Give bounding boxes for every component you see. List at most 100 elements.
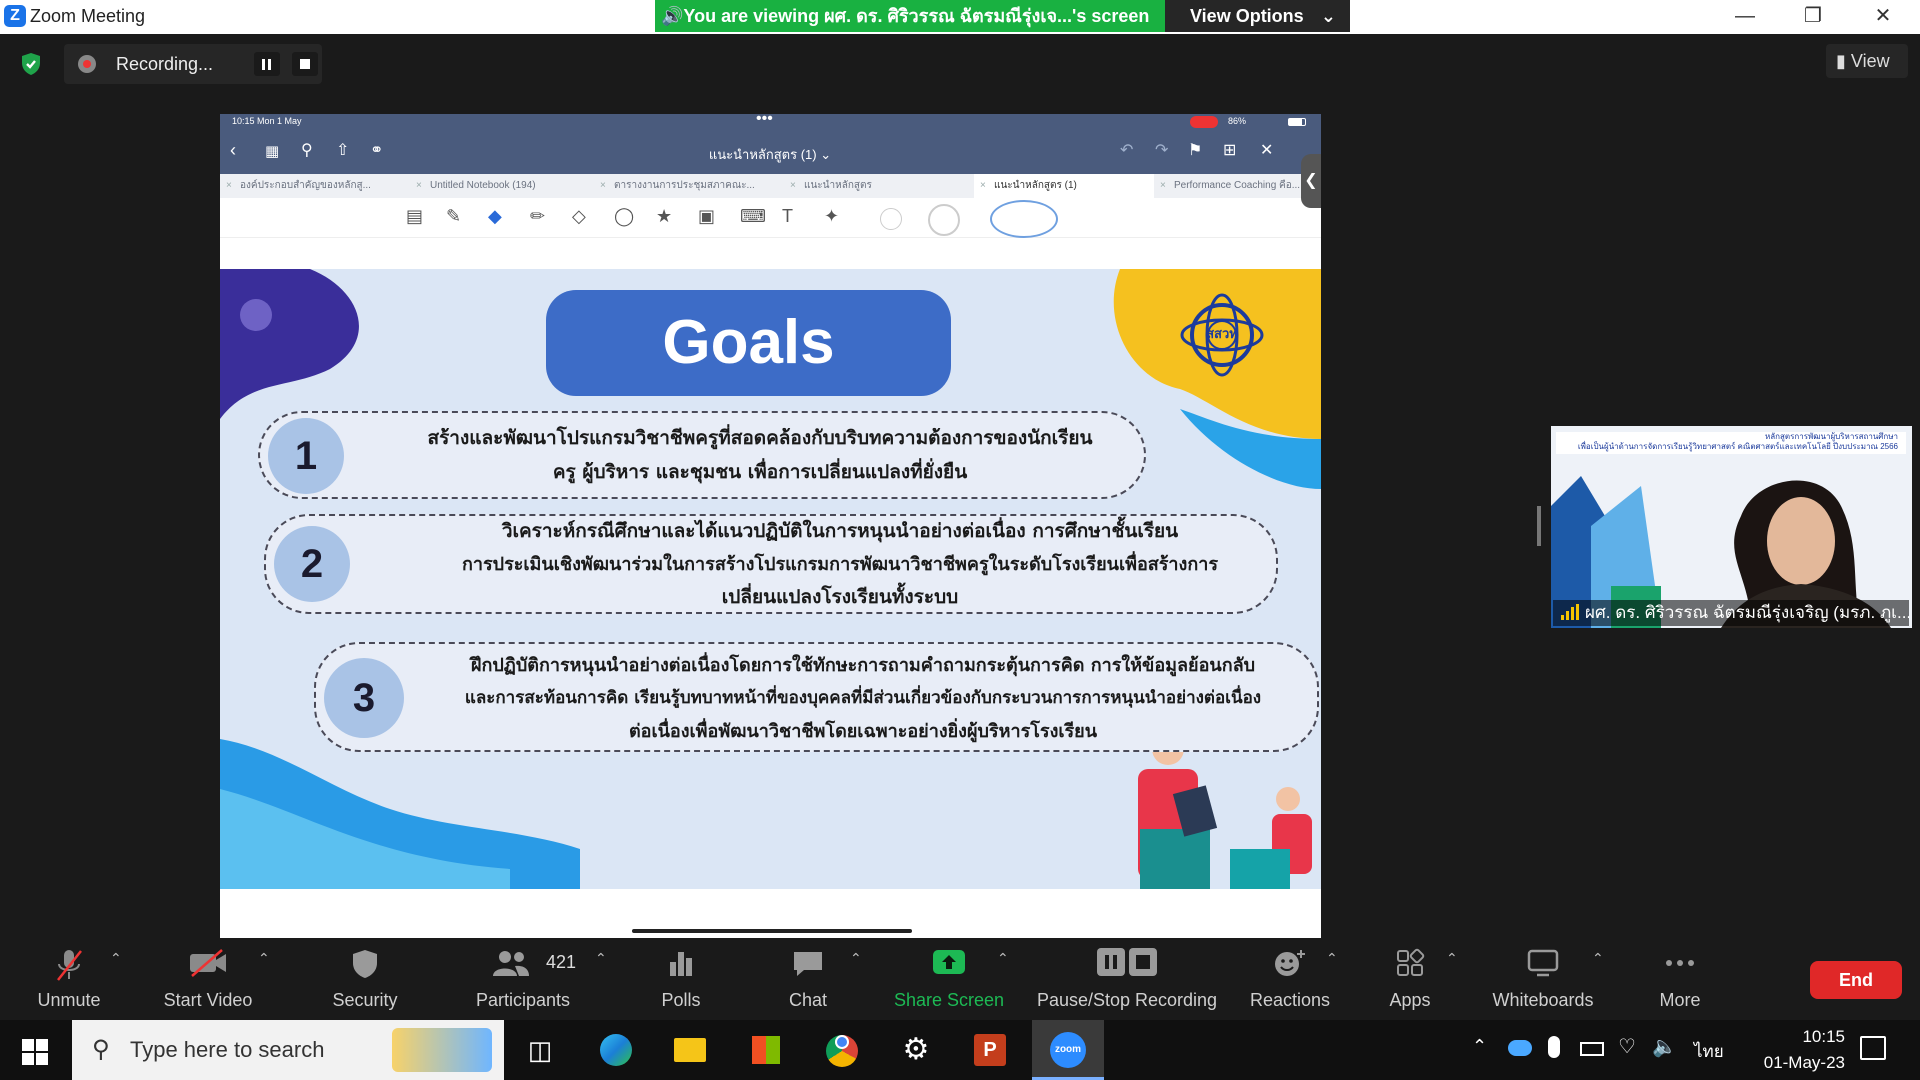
taskbar-search-input[interactable]: ⚲ Type here to search (72, 1020, 504, 1080)
more-button[interactable]: More (1640, 938, 1720, 1020)
undo-icon[interactable]: ↶ (1120, 140, 1133, 160)
add-page-icon[interactable]: ⊞ (1223, 140, 1236, 160)
keyboard-icon[interactable]: ⌨ (740, 206, 766, 232)
search-icon: ⚲ (92, 1036, 110, 1063)
unmute-button[interactable]: Unmute (20, 938, 118, 1020)
slide-title: Goals (546, 290, 951, 396)
participant-video-tile[interactable]: หลักสูตรการพัฒนาผู้บริหารสถานศึกษา เพื่อเ… (1551, 426, 1912, 628)
image-icon[interactable]: ▣ (698, 206, 724, 232)
pause-stop-recording-button[interactable]: Pause/Stop Recording (1034, 938, 1220, 1020)
microphone-icon[interactable]: ⚭ (370, 140, 383, 160)
recording-indicator-icon (1190, 116, 1218, 128)
input-language[interactable]: ไทย (1694, 1038, 1724, 1065)
meeting-controls: Unmute ⌃ Start Video ⌃ Security 421 Part… (0, 938, 1920, 1020)
text-tool-icon[interactable]: T (782, 206, 808, 232)
view-options-label: View Options (1190, 6, 1304, 26)
color-swatch[interactable] (928, 204, 960, 236)
close-doc-icon[interactable]: ✕ (1260, 140, 1273, 160)
pause-stop-icon (1097, 948, 1157, 976)
sticker-icon[interactable]: ★ (656, 206, 682, 232)
bookmark-icon[interactable]: ⚑ (1188, 140, 1202, 160)
goal-number: 3 (324, 658, 404, 738)
onedrive-icon[interactable] (1508, 1040, 1532, 1056)
eraser-icon[interactable]: ◆ (488, 206, 514, 232)
view-button[interactable]: ▮ View (1826, 44, 1908, 78)
pen-icon[interactable]: ✎ (446, 206, 472, 232)
apps-button[interactable]: Apps (1370, 938, 1450, 1020)
start-video-button[interactable]: Start Video (150, 938, 266, 1020)
encryption-shield-icon[interactable] (20, 52, 42, 76)
show-hidden-icons-icon[interactable]: ⌃ (1472, 1036, 1487, 1057)
battery-tray-icon[interactable] (1580, 1042, 1604, 1056)
participants-button[interactable]: 421 Participants (462, 938, 584, 1020)
powerpoint-icon[interactable]: P (966, 1026, 1014, 1074)
zoom-taskbar-button[interactable]: zoom (1032, 1020, 1104, 1080)
file-explorer-icon[interactable] (666, 1026, 714, 1074)
microphone-tray-icon[interactable] (1548, 1036, 1560, 1058)
security-button[interactable]: Security (318, 938, 412, 1020)
battery-level: 86% (1228, 116, 1247, 126)
document-title[interactable]: แนะนำหลักสูตร (1) ⌄ (640, 144, 900, 165)
video-off-icon (190, 949, 226, 977)
ipad-home-indicator (632, 929, 912, 933)
share-screen-button[interactable]: Share Screen (888, 938, 1010, 1020)
task-view-icon[interactable]: ◫ (516, 1026, 564, 1074)
microsoft-store-icon[interactable] (742, 1026, 790, 1074)
stop-recording-button[interactable] (292, 52, 318, 76)
reactions-options-caret-icon[interactable]: ⌃ (1326, 950, 1338, 967)
notebook-tab[interactable]: × ตารางงานการประชุมสภาคณะ... (594, 174, 784, 198)
share-options-caret-icon[interactable]: ⌃ (997, 950, 1009, 967)
recording-bar: Recording... (64, 44, 322, 84)
wifi-icon[interactable]: ♡ (1618, 1034, 1636, 1059)
video-options-caret-icon[interactable]: ⌃ (258, 950, 270, 967)
view-options-button[interactable]: View Options ⌄ (1165, 0, 1350, 32)
notebook-tab[interactable]: × แนะนำหลักสูตร (784, 174, 974, 198)
restore-button[interactable]: ❐ (1778, 0, 1848, 34)
settings-gear-icon[interactable]: ⚙ (892, 1026, 940, 1074)
whiteboards-button[interactable]: Whiteboards (1484, 938, 1602, 1020)
share-icon[interactable]: ⇧ (336, 140, 349, 160)
windows-start-icon[interactable] (22, 1039, 48, 1065)
notebook-tab-active[interactable]: × แนะนำหลักสูตร (1) (974, 174, 1154, 198)
read-mode-icon[interactable]: ▤ (406, 206, 432, 232)
highlighter-icon[interactable]: ✏ (530, 206, 556, 232)
shared-screen: 10:15 Mon 1 May ••• 86% ‹ ▦ ⚲ ⇧ ⚭ แนะนำห… (220, 110, 1321, 940)
lasso-icon[interactable]: ◯ (614, 206, 640, 232)
more-dots-icon[interactable]: ••• (756, 110, 773, 128)
notebook-tab[interactable]: × Untitled Notebook (194) (410, 174, 594, 198)
laser-pointer-icon[interactable]: ✦ (824, 206, 850, 232)
polls-button[interactable]: Polls (640, 938, 722, 1020)
end-meeting-button[interactable]: End (1810, 961, 1902, 999)
pause-recording-button[interactable] (254, 52, 280, 76)
presentation-slide: สสวท Goals 1 สร้างและพัฒนาโปรแกรมวิชาชีพ… (220, 269, 1321, 889)
reactions-button[interactable]: Reactions (1240, 938, 1340, 1020)
edge-browser-icon[interactable] (592, 1026, 640, 1074)
notebook-tab[interactable]: × Performance Coaching คือ... (1154, 174, 1321, 198)
back-icon[interactable]: ‹ (230, 140, 236, 161)
participants-options-caret-icon[interactable]: ⌃ (595, 950, 607, 967)
resize-handle[interactable] (1537, 506, 1541, 546)
window-title: Zoom Meeting (30, 6, 146, 26)
security-shield-icon (353, 950, 377, 978)
notifications-icon[interactable] (1860, 1036, 1886, 1060)
close-button[interactable]: ✕ (1848, 0, 1918, 34)
chat-button[interactable]: Chat (768, 938, 848, 1020)
taskbar-clock[interactable]: 10:15 01-May-23 (1735, 1024, 1845, 1076)
volume-icon[interactable]: 🔈 (1652, 1034, 1677, 1059)
notebook-tab[interactable]: × องค์ประกอบสำคัญของหลักสู... (220, 174, 410, 198)
audio-options-caret-icon[interactable]: ⌃ (110, 950, 122, 967)
apps-options-caret-icon[interactable]: ⌃ (1446, 950, 1458, 967)
color-swatch[interactable] (880, 208, 902, 230)
collapse-handle-icon[interactable]: ❮ (1301, 154, 1321, 208)
chrome-icon[interactable] (818, 1026, 866, 1074)
minimize-button[interactable]: — (1710, 0, 1780, 34)
chat-options-caret-icon[interactable]: ⌃ (850, 950, 862, 967)
participant-name-label: ผศ. ดร. ศิริวรรณ ฉัตรมณีรุ่งเจริญ (มรภ. … (1553, 600, 1909, 626)
shapes-icon[interactable]: ◇ (572, 206, 598, 232)
chat-icon (794, 952, 822, 976)
whiteboards-options-caret-icon[interactable]: ⌃ (1592, 950, 1604, 967)
redo-icon[interactable]: ↷ (1155, 140, 1168, 160)
search-icon[interactable]: ⚲ (301, 140, 313, 160)
size-swatch[interactable] (990, 200, 1058, 238)
grid-icon[interactable]: ▦ (265, 142, 279, 160)
